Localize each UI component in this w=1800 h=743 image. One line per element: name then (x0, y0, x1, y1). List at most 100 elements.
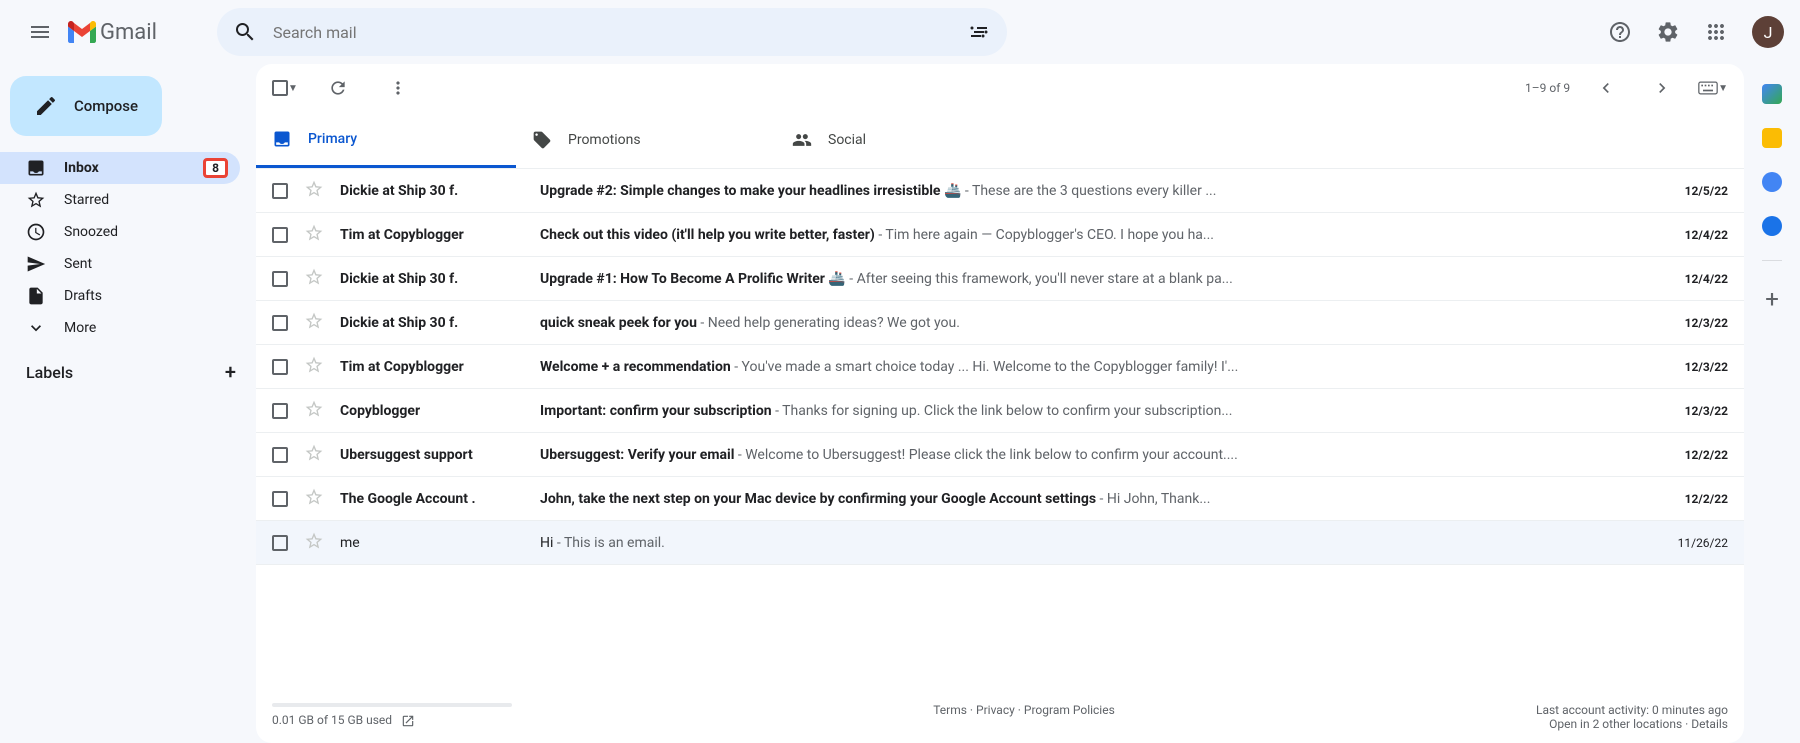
storage-text: 0.01 GB of 15 GB used (272, 713, 392, 727)
email-checkbox[interactable] (272, 359, 288, 375)
search-bar (217, 8, 1007, 56)
details-link[interactable]: Details (1691, 717, 1728, 731)
email-date: 12/3/22 (1685, 316, 1728, 330)
email-list: Dickie at Ship 30 f.Upgrade #2: Simple c… (256, 169, 1744, 691)
star-icon[interactable] (304, 399, 324, 423)
email-sender: Dickie at Ship 30 f. (340, 315, 540, 331)
toolbar: ▼ 1–9 of 9 ▼ (256, 64, 1744, 112)
tasks-app-icon[interactable] (1762, 172, 1782, 192)
privacy-link[interactable]: Privacy (976, 703, 1015, 717)
category-tabs: PrimaryPromotionsSocial (256, 112, 1744, 169)
star-icon[interactable] (304, 311, 324, 335)
email-date: 12/2/22 (1685, 492, 1728, 506)
more-button[interactable] (378, 68, 418, 108)
email-date: 12/2/22 (1685, 448, 1728, 462)
tab-promotions[interactable]: Promotions (516, 112, 776, 168)
email-sender: Tim at Copyblogger (340, 227, 540, 243)
star-icon[interactable] (304, 443, 324, 467)
pagination-text: 1–9 of 9 (1525, 81, 1570, 95)
main-menu-button[interactable] (16, 8, 64, 56)
email-sender: The Google Account . (340, 491, 540, 507)
calendar-app-icon[interactable] (1762, 84, 1782, 104)
email-sender: Dickie at Ship 30 f. (340, 183, 540, 199)
open-in-new-icon[interactable] (401, 714, 415, 728)
sidebar: Compose Inbox8StarredSnoozedSentDraftsMo… (0, 64, 256, 743)
input-tools-button[interactable]: ▼ (1698, 81, 1728, 95)
side-panel-divider (1762, 260, 1782, 261)
email-subject-area: Upgrade #2: Simple changes to make your … (540, 183, 1685, 199)
email-row[interactable]: Tim at CopybloggerWelcome + a recommenda… (256, 345, 1744, 389)
email-row[interactable]: The Google Account .John, take the next … (256, 477, 1744, 521)
email-checkbox[interactable] (272, 271, 288, 287)
email-checkbox[interactable] (272, 403, 288, 419)
email-date: 12/4/22 (1685, 272, 1728, 286)
email-subject-area: Hi - This is an email. (540, 535, 1678, 551)
email-date: 12/5/22 (1685, 184, 1728, 198)
sidebar-item-starred[interactable]: Starred (0, 184, 240, 216)
select-all-checkbox[interactable] (272, 80, 288, 96)
email-subject-area: Important: confirm your subscription - T… (540, 403, 1685, 419)
email-row[interactable]: CopybloggerImportant: confirm your subsc… (256, 389, 1744, 433)
tab-primary[interactable]: Primary (256, 112, 516, 168)
email-subject-area: Welcome + a recommendation - You've made… (540, 359, 1685, 375)
compose-label: Compose (74, 97, 138, 115)
footer: 0.01 GB of 15 GB used Terms · Privacy · … (256, 691, 1744, 743)
email-row[interactable]: Tim at CopybloggerCheck out this video (… (256, 213, 1744, 257)
refresh-button[interactable] (318, 68, 358, 108)
sidebar-item-snoozed[interactable]: Snoozed (0, 216, 240, 248)
star-icon[interactable] (304, 223, 324, 247)
email-row[interactable]: meHi - This is an email.11/26/22 (256, 521, 1744, 565)
sidebar-item-more[interactable]: More (0, 312, 240, 344)
email-row[interactable]: Dickie at Ship 30 f.Upgrade #1: How To B… (256, 257, 1744, 301)
tab-social[interactable]: Social (776, 112, 1036, 168)
search-input[interactable] (265, 23, 959, 42)
account-avatar[interactable]: J (1752, 16, 1784, 48)
email-subject-area: quick sneak peek for you - Need help gen… (540, 315, 1685, 331)
sidebar-item-inbox[interactable]: Inbox8 (0, 152, 240, 184)
apps-icon[interactable] (1696, 12, 1736, 52)
email-checkbox[interactable] (272, 183, 288, 199)
email-date: 11/26/22 (1678, 536, 1728, 550)
email-row[interactable]: Dickie at Ship 30 f.quick sneak peek for… (256, 301, 1744, 345)
email-checkbox[interactable] (272, 315, 288, 331)
email-subject-area: Check out this video (it'll help you wri… (540, 227, 1685, 243)
email-checkbox[interactable] (272, 227, 288, 243)
star-icon[interactable] (304, 355, 324, 379)
inbox-count: 8 (203, 158, 228, 178)
next-page-button[interactable] (1642, 68, 1682, 108)
email-date: 12/3/22 (1685, 360, 1728, 374)
side-panel: + (1744, 64, 1800, 313)
add-label-button[interactable]: + (225, 360, 236, 384)
terms-link[interactable]: Terms (933, 703, 967, 717)
email-row[interactable]: Ubersuggest supportUbersuggest: Verify y… (256, 433, 1744, 477)
prev-page-button[interactable] (1586, 68, 1626, 108)
select-dropdown-icon[interactable]: ▼ (288, 83, 298, 94)
email-subject-area: Upgrade #1: How To Become A Prolific Wri… (540, 271, 1685, 287)
settings-icon[interactable] (1648, 12, 1688, 52)
star-icon[interactable] (304, 531, 324, 555)
email-subject-area: Ubersuggest: Verify your email - Welcome… (540, 447, 1685, 463)
locations-text: Open in 2 other locations (1549, 717, 1682, 731)
email-checkbox[interactable] (272, 491, 288, 507)
email-sender: Dickie at Ship 30 f. (340, 271, 540, 287)
sidebar-item-drafts[interactable]: Drafts (0, 280, 240, 312)
contacts-app-icon[interactable] (1762, 216, 1782, 236)
sidebar-item-sent[interactable]: Sent (0, 248, 240, 280)
keep-app-icon[interactable] (1762, 128, 1782, 148)
email-checkbox[interactable] (272, 535, 288, 551)
activity-text: Last account activity: 0 minutes ago (1536, 703, 1728, 717)
support-icon[interactable] (1600, 12, 1640, 52)
add-app-button[interactable]: + (1765, 285, 1779, 313)
email-sender: Copyblogger (340, 403, 540, 419)
star-icon[interactable] (304, 267, 324, 291)
compose-button[interactable]: Compose (10, 76, 162, 136)
search-icon[interactable] (225, 12, 265, 52)
star-icon[interactable] (304, 487, 324, 511)
email-row[interactable]: Dickie at Ship 30 f.Upgrade #2: Simple c… (256, 169, 1744, 213)
policies-link[interactable]: Program Policies (1024, 703, 1115, 717)
gmail-logo[interactable]: Gmail (68, 20, 157, 45)
email-checkbox[interactable] (272, 447, 288, 463)
search-options-icon[interactable] (959, 12, 999, 52)
storage-bar (272, 703, 512, 707)
star-icon[interactable] (304, 179, 324, 203)
